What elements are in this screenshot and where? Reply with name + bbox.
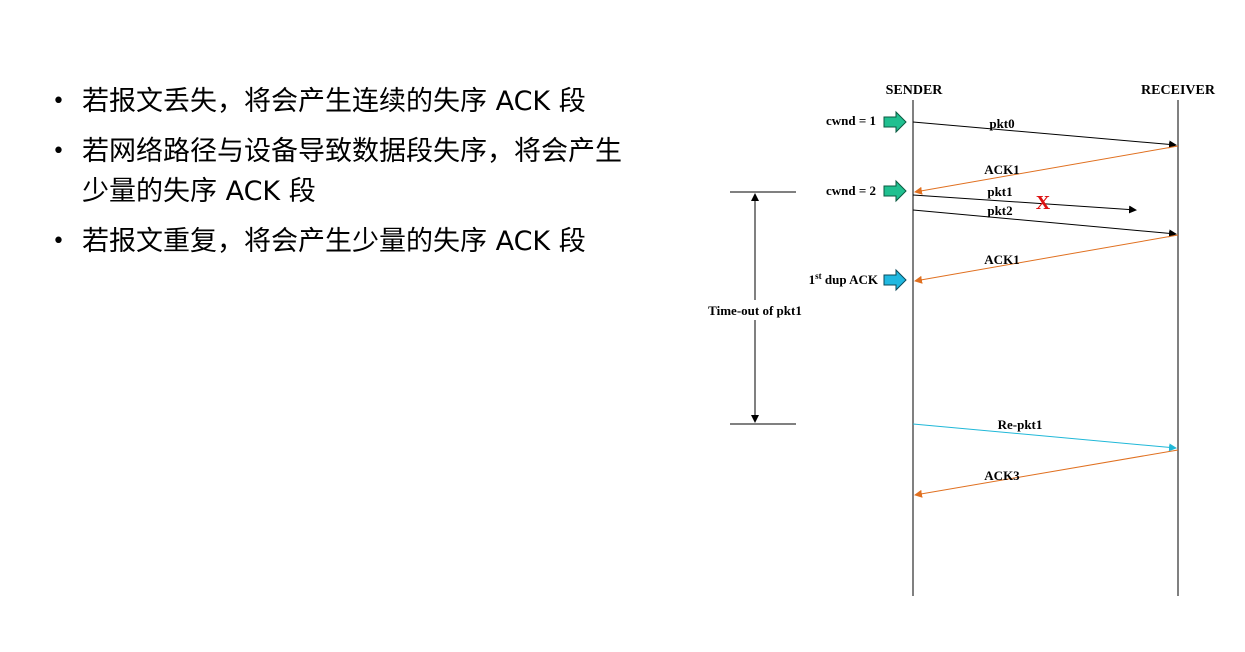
pkt1-arrow	[912, 194, 1137, 214]
pkt1-label: pkt1	[987, 184, 1012, 199]
timeout-label: Time-out of pkt1	[708, 303, 802, 318]
ack1-first-label: ACK1	[984, 162, 1019, 177]
sender-label: SENDER	[886, 83, 944, 98]
cwnd1-arrow-icon	[883, 110, 907, 134]
ack1-second-label: ACK1	[984, 252, 1019, 267]
loss-x-icon: X	[1036, 192, 1051, 214]
ack1-first-arrow	[914, 145, 1179, 195]
ack3-arrow	[914, 449, 1179, 498]
pkt0-arrow	[912, 121, 1177, 149]
dup-ack-suffix: dup ACK	[822, 272, 879, 287]
dup-ack-arrow-icon	[883, 268, 907, 292]
ack1-second-arrow	[914, 234, 1179, 284]
cwnd2-arrow-icon	[883, 179, 907, 203]
dup-ack-label: 1st dup ACK	[809, 271, 879, 287]
repkt1-arrow	[912, 423, 1177, 452]
tcp-sequence-diagram: SENDER RECEIVER cwnd = 1 pkt0 ACK1 cwnd …	[690, 83, 1216, 596]
ack3-label: ACK3	[984, 468, 1020, 483]
receiver-label: RECEIVER	[1141, 83, 1216, 98]
repkt1-label: Re-pkt1	[998, 417, 1043, 432]
cwnd1-label: cwnd = 1	[826, 113, 876, 128]
pkt0-label: pkt0	[989, 116, 1014, 131]
pkt2-label: pkt2	[987, 203, 1012, 218]
cwnd2-label: cwnd = 2	[826, 183, 876, 198]
